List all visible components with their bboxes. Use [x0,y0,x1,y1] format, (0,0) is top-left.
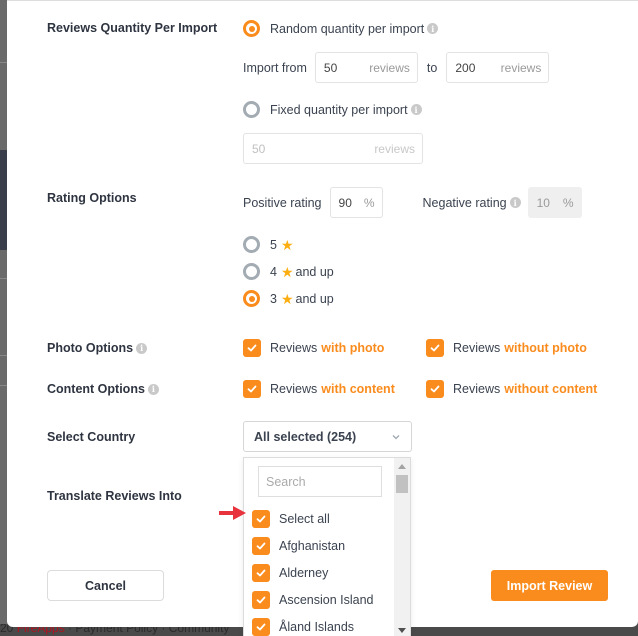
checkbox-with-content[interactable] [243,380,261,398]
country-dropdown: Search Select all Afghanistan Alderney A… [243,457,411,636]
import-to-input[interactable]: 200 reviews [446,52,550,83]
info-icon[interactable]: i [410,104,422,115]
content-options-label: Content Options i [47,382,159,396]
rating-4-radio[interactable] [243,263,260,280]
list-item[interactable]: Ascension Island [252,586,374,613]
check-icon [430,344,440,352]
dropdown-scrollbar[interactable] [394,458,410,636]
quantity-label: Reviews Quantity Per Import [47,21,218,35]
checkbox-without-photo[interactable] [426,339,444,357]
rating-option-4[interactable]: 4 ★ and up [243,263,334,280]
fixed-quantity-row: 50 reviews [243,133,423,164]
content-without-option[interactable]: Reviews without content [426,380,597,398]
check-icon [256,515,266,522]
scroll-up-arrow-icon[interactable] [398,464,406,469]
rating-5-radio[interactable] [243,236,260,253]
country-item-select-all[interactable]: Select all [252,505,374,532]
check-icon [256,542,266,549]
check-icon [256,596,266,603]
chevron-down-icon [392,434,400,439]
check-icon [247,344,257,352]
country-search-input[interactable]: Search [258,466,382,497]
country-list: Select all Afghanistan Alderney Ascensio… [252,505,374,636]
positive-rating-input[interactable]: 90 % [329,187,383,218]
info-icon[interactable]: i [427,23,439,34]
fixed-quantity-input[interactable]: 50 reviews [243,133,423,164]
star-icon: ★ [280,263,294,280]
photo-without-option[interactable]: Reviews without photo [426,339,587,357]
fixed-quantity-option[interactable]: Fixed quantity per import i [243,101,422,118]
list-item[interactable]: Afghanistan [252,532,374,559]
negative-rating-input: 10 % [527,187,582,218]
check-icon [247,385,257,393]
random-quantity-radio[interactable] [243,20,260,37]
import-from-input[interactable]: 50 reviews [314,52,418,83]
scroll-down-arrow-icon[interactable] [398,628,406,633]
translate-reviews-label: Translate Reviews Into [47,489,182,503]
check-icon [256,569,266,576]
to-label: to [426,60,438,75]
rating-option-5[interactable]: 5 ★ [243,236,296,253]
rating-options-label: Rating Options [47,191,137,205]
checkbox[interactable] [252,509,270,528]
info-icon[interactable]: i [147,383,159,395]
rating-percent-row: Positive rating 90 % Negative rating i 1… [243,187,582,218]
check-icon [256,623,266,630]
checkbox[interactable] [252,563,270,582]
import-range-row: Import from 50 reviews to 200 reviews [243,52,550,83]
negative-rating-label: Negative rating [422,195,507,210]
cancel-button[interactable]: Cancel [47,570,164,601]
star-icon: ★ [280,236,294,253]
checkbox[interactable] [252,590,270,609]
rating-3-radio[interactable] [243,290,260,307]
checkbox[interactable] [252,536,270,555]
rating-option-3[interactable]: 3 ★ and up [243,290,334,307]
check-icon [430,385,440,393]
checkbox[interactable] [252,617,270,636]
content-with-option[interactable]: Reviews with content [243,380,395,398]
photo-with-option[interactable]: Reviews with photo [243,339,384,357]
import-from-label: Import from [243,60,307,75]
red-arrow-annotation-icon [219,506,246,520]
import-review-button[interactable]: Import Review [491,570,608,601]
list-item[interactable]: Åland Islands [252,613,374,636]
info-icon[interactable]: i [136,342,148,354]
positive-rating-label: Positive rating [243,195,322,210]
star-icon: ★ [280,290,294,307]
select-country-label: Select Country [47,430,136,444]
scrollbar-thumb[interactable] [396,475,408,493]
checkbox-with-photo[interactable] [243,339,261,357]
list-item[interactable]: Alderney [252,559,374,586]
info-icon[interactable]: i [509,197,521,208]
country-select[interactable]: All selected (254) [243,421,412,452]
random-quantity-option[interactable]: Random quantity per import i [243,20,439,37]
fixed-quantity-radio[interactable] [243,101,260,118]
photo-options-label: Photo Options i [47,341,148,355]
checkbox-without-content[interactable] [426,380,444,398]
import-settings-modal: Reviews Quantity Per Import Random quant… [7,0,638,636]
